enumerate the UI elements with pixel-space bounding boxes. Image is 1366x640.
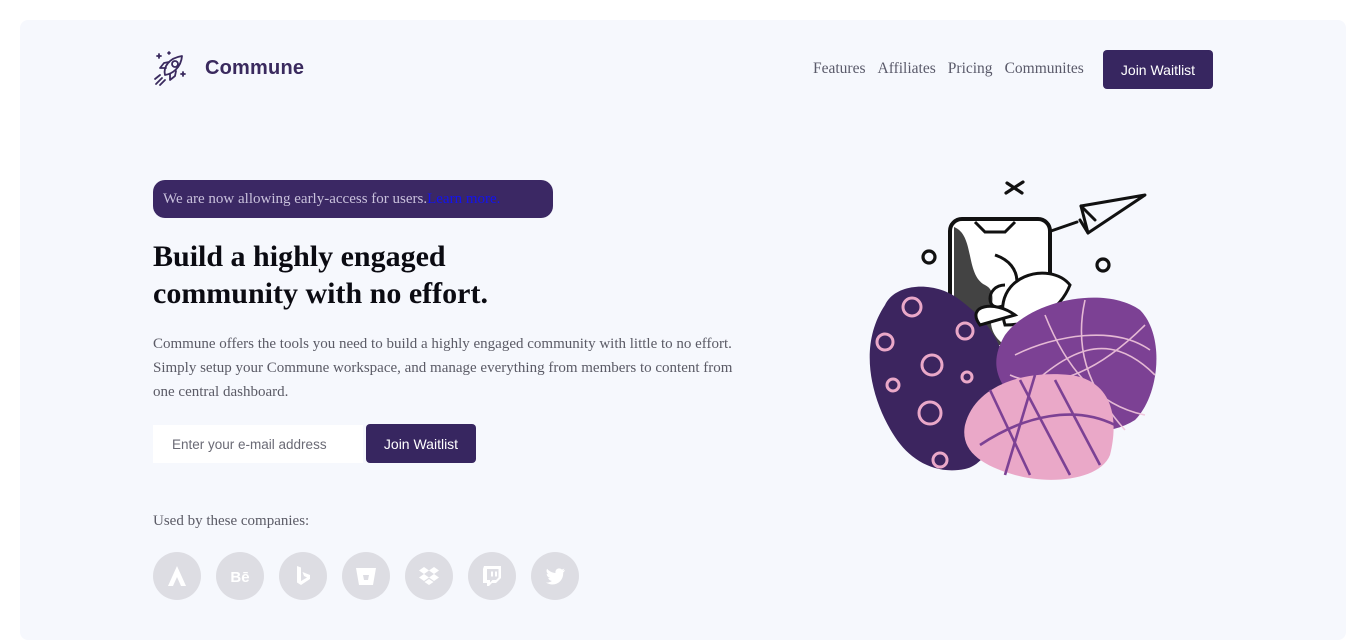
hero-join-waitlist-button[interactable]: Join Waitlist	[366, 424, 476, 463]
companies-label: Used by these companies:	[153, 513, 310, 529]
nav-link-affiliates[interactable]: Affiliates	[878, 60, 936, 78]
dropbox-icon	[405, 552, 453, 600]
learn-more-link[interactable]: Learn more.	[427, 191, 500, 208]
atlassian-icon	[153, 552, 201, 600]
announcement-text: We are now allowing early-access for use…	[163, 190, 428, 207]
hero-illustration	[869, 180, 1157, 480]
announcement-banner: We are now allowing early-access for use…	[153, 180, 553, 218]
nav-link-features[interactable]: Features	[813, 60, 866, 78]
rocket-icon	[154, 51, 186, 86]
main-nav: Features Affiliates Pricing Communites	[813, 60, 1084, 78]
svg-text:Bē: Bē	[230, 569, 249, 586]
brand-logo[interactable]: Commune	[153, 49, 304, 87]
nav-link-pricing[interactable]: Pricing	[948, 60, 993, 78]
email-input[interactable]	[153, 425, 363, 463]
bing-icon	[279, 552, 327, 600]
twitch-icon	[468, 552, 516, 600]
hero-headline: Build a highly engaged community with no…	[153, 240, 488, 310]
brand-name: Commune	[205, 56, 305, 79]
nav-join-waitlist-button[interactable]: Join Waitlist	[1103, 50, 1213, 89]
bitbucket-icon	[342, 552, 390, 600]
hero-description: Commune offers the tools you need to bui…	[153, 336, 733, 400]
behance-icon: Bē	[216, 552, 264, 600]
twitter-icon	[531, 552, 579, 600]
nav-link-communities[interactable]: Communites	[1005, 60, 1084, 78]
company-logos: Bē	[153, 552, 579, 600]
